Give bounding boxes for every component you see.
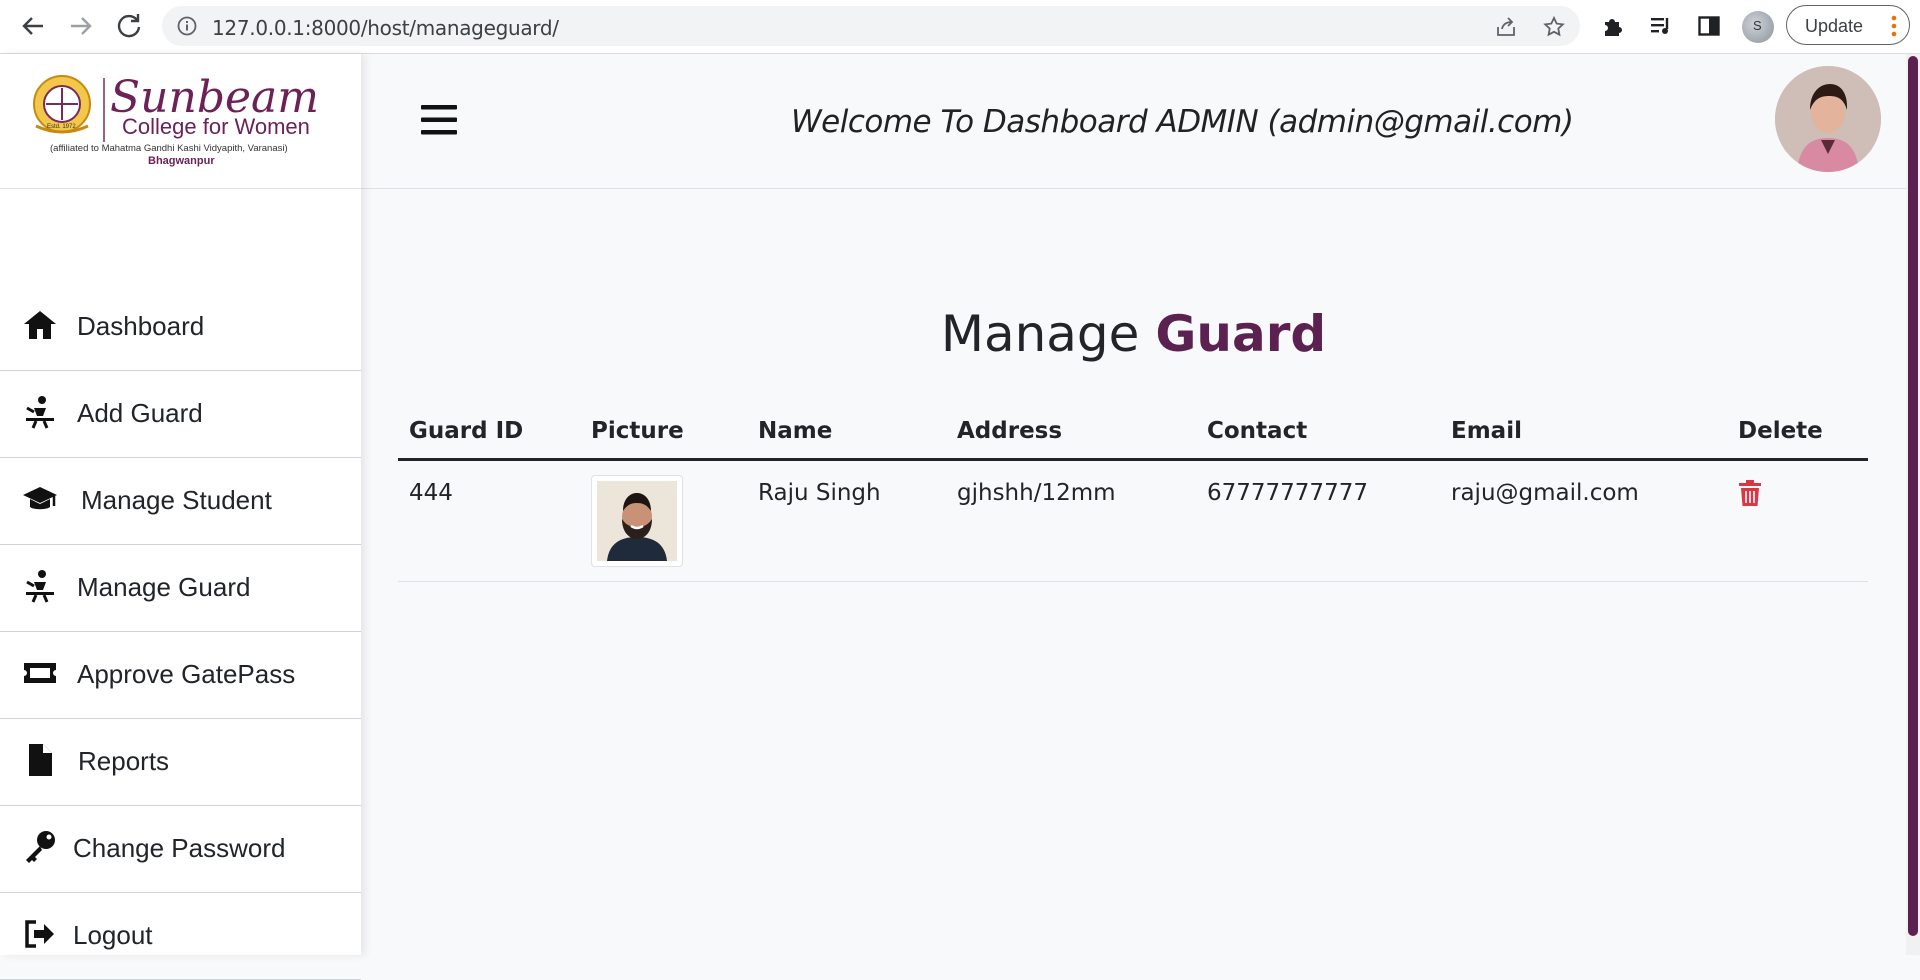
page-title-bold: Guard (1155, 304, 1327, 363)
column-header-contact: Contact (1196, 404, 1440, 461)
guard-address-cell: gjhshh/12mm (946, 459, 1196, 582)
side-panel-icon[interactable] (1696, 13, 1722, 39)
guard-photo-thumbnail (591, 475, 683, 567)
arrow-right-icon (71, 17, 92, 35)
sidebar-menu: Dashboard Add Guard Manage Student Manag… (0, 284, 361, 980)
column-header-guard-id: Guard ID (398, 404, 580, 461)
svg-text:(affiliated to Mahatma Gandhi: (affiliated to Mahatma Gandhi Kashi Vidy… (50, 143, 288, 154)
table-header-row: Guard ID Picture Name Address Contact Em… (398, 404, 1868, 461)
guard-photo (597, 481, 677, 561)
sidebar-item-label: Approve GatePass (77, 659, 296, 689)
column-header-picture: Picture (580, 404, 747, 461)
guards-table: Guard ID Picture Name Address Contact Em… (398, 404, 1868, 582)
college-logo[interactable]: Estd. 1972 Sunbeam College for Women (af… (0, 54, 361, 189)
hamburger-menu-icon[interactable] (419, 102, 459, 138)
sidebar-item-label: Dashboard (77, 311, 205, 341)
guard-icon (26, 570, 54, 603)
svg-text:Estd. 1972: Estd. 1972 (47, 124, 76, 130)
browser-toolbar: 127.0.0.1:8000/host/manageguard/ S Updat… (0, 0, 1920, 54)
delete-cell (1727, 459, 1868, 582)
more-vert-icon (1891, 15, 1897, 37)
sidebar-item-manage-student[interactable]: Manage Student (0, 458, 361, 545)
sidebar-item-add-guard[interactable]: Add Guard (0, 371, 361, 458)
sidebar-item-label: Change Password (73, 833, 286, 863)
star-icon[interactable] (1542, 15, 1566, 39)
info-icon[interactable] (176, 15, 198, 37)
page-title: Manage Guard (361, 305, 1906, 363)
ticket-icon (24, 663, 56, 683)
home-icon (24, 311, 56, 339)
back-button[interactable] (17, 10, 49, 42)
arrow-left-icon (22, 17, 43, 35)
column-header-delete: Delete (1727, 404, 1868, 461)
column-header-name: Name (747, 404, 946, 461)
update-label: Update (1805, 16, 1864, 36)
sidebar-item-label: Add Guard (77, 398, 203, 428)
picture-cell (580, 459, 747, 582)
sidebar-item-label: Reports (78, 746, 170, 776)
guard-id-cell: 444 (398, 459, 580, 582)
guard-name-cell: Raju Singh (747, 459, 946, 582)
page-title-plain: Manage (940, 304, 1140, 363)
column-header-address: Address (946, 404, 1196, 461)
sidebar: Estd. 1972 Sunbeam College for Women (af… (0, 54, 361, 980)
college-logo-graphic: Estd. 1972 Sunbeam College for Women (af… (33, 72, 319, 167)
svg-text:Bhagwanpur: Bhagwanpur (148, 155, 215, 167)
welcome-text: Welcome To Dashboard ADMIN (admin@gmail.… (791, 104, 1574, 140)
sidebar-item-reports[interactable]: Reports (0, 719, 361, 806)
guard-email-cell: raju@gmail.com (1440, 459, 1727, 582)
sidebar-item-manage-guard[interactable]: Manage Guard (0, 545, 361, 632)
sidebar-item-label: Manage Student (81, 485, 272, 515)
media-control-icon[interactable] (1648, 13, 1674, 39)
share-icon[interactable] (1494, 15, 1518, 39)
admin-avatar[interactable] (1775, 66, 1881, 172)
reload-icon (117, 14, 141, 38)
sidebar-item-dashboard[interactable]: Dashboard (0, 284, 361, 371)
file-icon (29, 744, 52, 776)
top-header: Welcome To Dashboard ADMIN (admin@gmail.… (361, 54, 1911, 189)
sidebar-item-approve-gatepass[interactable]: Approve GatePass (0, 632, 361, 719)
update-button[interactable]: Update (1786, 5, 1910, 45)
key-icon (26, 831, 55, 863)
graduation-cap-icon (23, 487, 57, 510)
sidebar-item-label: Manage Guard (77, 572, 251, 602)
sidebar-item-logout[interactable]: Logout (0, 893, 361, 980)
column-header-email: Email (1440, 404, 1727, 461)
profile-avatar[interactable]: S (1742, 11, 1774, 43)
admin-photo (1775, 66, 1881, 172)
forward-button[interactable] (65, 10, 97, 42)
logout-icon (25, 920, 54, 948)
profile-initial: S (1753, 18, 1762, 33)
scrollbar-thumb[interactable] (1908, 56, 1918, 936)
url-text[interactable]: 127.0.0.1:8000/host/manageguard/ (212, 16, 559, 40)
svg-text:College for Women: College for Women (122, 114, 310, 139)
guard-icon (26, 396, 54, 429)
sidebar-item-change-password[interactable]: Change Password (0, 806, 361, 893)
guard-contact-cell: 67777777777 (1196, 459, 1440, 582)
reload-button[interactable] (113, 10, 145, 42)
sidebar-item-label: Logout (73, 920, 153, 950)
extensions-icon[interactable] (1600, 13, 1626, 39)
address-bar[interactable]: 127.0.0.1:8000/host/manageguard/ (162, 6, 1580, 46)
table-row: 444 Raju Singh gjhshh/12mm 67777777777 r… (398, 459, 1868, 582)
trash-icon[interactable] (1738, 480, 1762, 506)
